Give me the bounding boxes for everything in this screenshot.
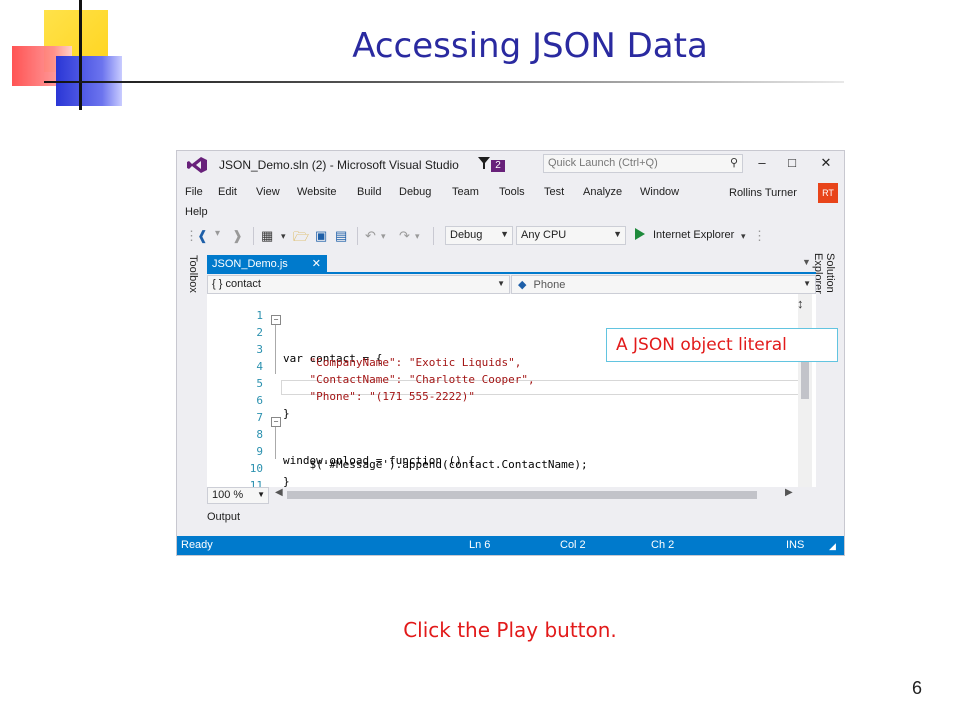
menu-view[interactable]: View [256,186,280,198]
redo-icon[interactable]: ↷ [399,228,410,244]
zoom-select[interactable]: 100 % ▼ [207,487,269,504]
play-icon[interactable] [635,228,645,240]
close-icon[interactable]: ✕ [312,257,321,270]
decor-horizontal-line [44,81,844,83]
status-bar: Ready Ln 6 Col 2 Ch 2 INS ◢ [177,536,844,555]
slide-title: Accessing JSON Data [352,26,708,66]
tab-list-dropdown-icon[interactable]: ▼ [802,257,811,267]
run-target-button[interactable]: Internet Explorer [653,229,734,241]
menu-website[interactable]: Website [297,186,337,198]
notification-flag-icon[interactable] [477,156,491,170]
code-line: 7 [256,411,263,424]
decor-vertical-line [79,0,82,110]
status-column: Col 2 [560,539,586,551]
scope-navigation-select[interactable]: { } contact ▼ [207,275,510,294]
property-icon: ◆ [518,279,527,291]
menu-analyze[interactable]: Analyze [583,186,622,198]
close-button[interactable]: ✕ [817,155,835,171]
chevron-down-icon: ▼ [803,279,811,288]
menu-test[interactable]: Test [544,186,564,198]
toolbox-tab[interactable]: Toolbox [183,255,199,325]
menu-build[interactable]: Build [357,186,381,198]
chevron-down-icon: ▼ [497,279,505,288]
run-target-dropdown-icon[interactable]: ▾ [741,231,746,242]
horizontal-scroll-thumb[interactable] [287,491,757,499]
scope-value: { } contact [212,278,261,290]
code-line: 6 } [256,394,290,420]
undo-icon[interactable]: ↶ [365,228,376,244]
new-project-dropdown-icon[interactable]: ▾ [281,231,286,242]
page-number: 6 [912,678,923,698]
code-line: 10 } [249,462,290,487]
maximize-button[interactable]: □ [783,155,801,171]
navigate-back-icon[interactable]: ❰ [197,228,208,244]
save-all-icon[interactable]: ▤ [335,228,347,244]
minimize-button[interactable]: – [753,155,771,171]
member-navigation-select[interactable]: ◆ Phone ▼ [511,275,816,294]
redo-dropdown-icon[interactable]: ▾ [415,231,420,242]
collapse-icon[interactable]: − [271,417,281,427]
open-file-icon[interactable]: 🗁 [293,228,309,250]
toolbar-overflow-icon[interactable]: ⋮ [753,228,766,244]
split-editor-icon[interactable]: ↕ [797,296,804,311]
user-name[interactable]: Rollins Turner [729,187,797,199]
code-line: 1 [256,309,263,322]
visual-studio-logo-icon [187,157,207,173]
search-icon: ⚲ [729,157,738,169]
menu-debug[interactable]: Debug [399,186,431,198]
code-line: 8 − window.onload = function () { [256,417,476,467]
platform-value: Any CPU [521,229,567,241]
solution-configuration-select[interactable]: Debug ▼ [445,226,513,245]
quick-launch-placeholder: Quick Launch (Ctrl+Q) [548,157,658,169]
code-editor[interactable]: 1 2 − var contact = { 3 "CompanyName": "… [207,294,816,487]
status-char: Ch 2 [651,539,675,551]
status-insert-mode: INS [786,539,805,551]
output-panel-tab[interactable]: Output [207,511,240,523]
configuration-value: Debug [450,229,483,241]
menu-help[interactable]: Help [185,206,208,218]
undo-dropdown-icon[interactable]: ▾ [381,231,386,242]
status-line: Ln 6 [469,539,491,551]
navigate-forward-icon[interactable]: ❱ [232,228,243,244]
dropdown-arrow-icon[interactable]: ▾ [215,228,220,239]
member-value: Phone [533,279,566,291]
standard-toolbar: ⋮ ❰ ▾ ❱ ▦ ▾ 🗁 ▣ ▤ ↶ ▾ ↷ ▾ Debug ▼ Any CP… [177,223,844,249]
status-ready: Ready [181,539,213,551]
window-title: JSON_Demo.sln (2) - Microsoft Visual Stu… [219,158,459,172]
quick-launch-input[interactable]: Quick Launch (Ctrl+Q) ⚲ [543,154,743,173]
chevron-down-icon: ▼ [257,490,265,499]
title-bar: JSON_Demo.sln (2) - Microsoft Visual Stu… [177,151,844,179]
chevron-down-icon: ▼ [613,229,622,239]
zoom-value: 100 % [212,489,244,501]
resize-grip-icon[interactable]: ◢ [829,541,836,552]
scroll-right-icon[interactable]: ▶ [785,487,793,498]
tab-json-demo-js[interactable]: JSON_Demo.js ✕ [207,255,327,273]
instruction-note: Click the Play button. [403,618,617,642]
new-project-icon[interactable]: ▦ [261,228,273,244]
solution-platform-select[interactable]: Any CPU ▼ [516,226,626,245]
collapse-icon[interactable]: − [271,315,281,325]
menu-tools[interactable]: Tools [499,186,525,198]
menu-window[interactable]: Window [640,186,679,198]
annotation-callout: A JSON object literal [606,328,838,362]
menu-team[interactable]: Team [452,186,479,198]
menu-file[interactable]: File [185,186,203,198]
menu-edit[interactable]: Edit [218,186,237,198]
code-line: 5 "Phone": "(171 555-2222)" [256,377,476,403]
code-line: 11 [249,479,263,487]
code-line: 9 $('#Message').append(contact.ContactNa… [256,445,588,471]
save-icon[interactable]: ▣ [315,228,327,244]
chevron-down-icon: ▼ [500,229,509,239]
avatar[interactable]: RT [818,183,838,203]
scroll-left-icon[interactable]: ◀ [275,487,283,498]
notification-badge[interactable]: 2 [491,160,505,172]
solution-explorer-tab[interactable]: Solution Explorer [812,253,836,333]
tab-label: JSON_Demo.js [212,258,288,270]
